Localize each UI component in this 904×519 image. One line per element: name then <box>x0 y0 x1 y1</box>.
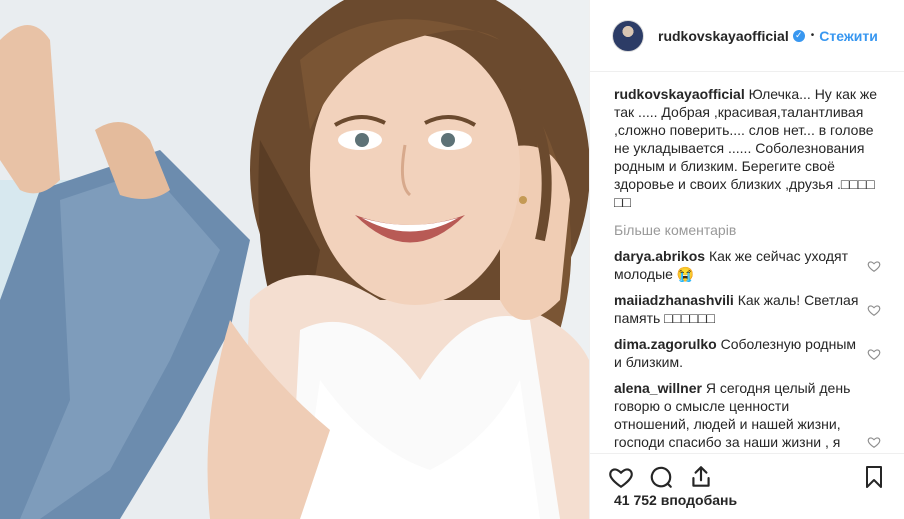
heart-icon <box>609 467 633 488</box>
caption-username[interactable]: rudkovskayaofficial <box>614 86 745 102</box>
caption-text: Юлечка... Ну как же так ..... Добрая ,кр… <box>614 86 878 210</box>
like-button[interactable] <box>606 462 636 492</box>
comment-item: alena_willner Я сегодня целый день говор… <box>614 379 881 451</box>
comment-bubble-icon <box>650 466 672 488</box>
follow-button[interactable]: Стежити <box>819 28 878 44</box>
post-sidebar: rudkovskayaofficial ✓ • Стежити rudkovsk… <box>589 0 904 519</box>
post-photo[interactable] <box>0 0 589 519</box>
more-comments-link[interactable]: Більше коментарів <box>614 221 881 239</box>
action-bar <box>590 453 904 493</box>
comments-list[interactable]: rudkovskayaofficial Юлечка... Ну как же … <box>590 73 904 453</box>
comment-button[interactable] <box>646 462 676 492</box>
share-button[interactable] <box>686 462 716 492</box>
comment-item: darya.abrikos Как же сейчас уходят молод… <box>614 247 881 283</box>
heart-icon[interactable] <box>867 303 881 317</box>
share-icon <box>692 465 710 487</box>
comment-username[interactable]: darya.abrikos <box>614 248 705 264</box>
separator-dot: • <box>810 30 815 41</box>
heart-icon[interactable] <box>867 435 881 449</box>
bookmark-icon <box>866 465 882 488</box>
comment-username[interactable]: alena_willner <box>614 380 702 396</box>
heart-icon[interactable] <box>867 347 881 361</box>
comment-item: dima.zagorulko Соболезную родным и близк… <box>614 335 881 371</box>
author-username[interactable]: rudkovskayaofficial <box>658 28 789 44</box>
comment-username[interactable]: maiiadzhanashvili <box>614 292 734 308</box>
likes-count[interactable]: 41 752 вподобань <box>614 492 737 508</box>
heart-icon[interactable] <box>867 259 881 273</box>
save-button[interactable] <box>859 462 889 492</box>
post-caption: rudkovskayaofficial Юлечка... Ну как же … <box>614 85 881 211</box>
avatar[interactable] <box>612 19 644 52</box>
comment-username[interactable]: dima.zagorulko <box>614 336 717 352</box>
post-header: rudkovskayaofficial ✓ • Стежити <box>590 0 904 72</box>
comment-item: maiiadzhanashvili Как жаль! Светлая памя… <box>614 291 881 327</box>
verified-badge-icon: ✓ <box>792 29 805 42</box>
portrait-image <box>0 0 589 519</box>
